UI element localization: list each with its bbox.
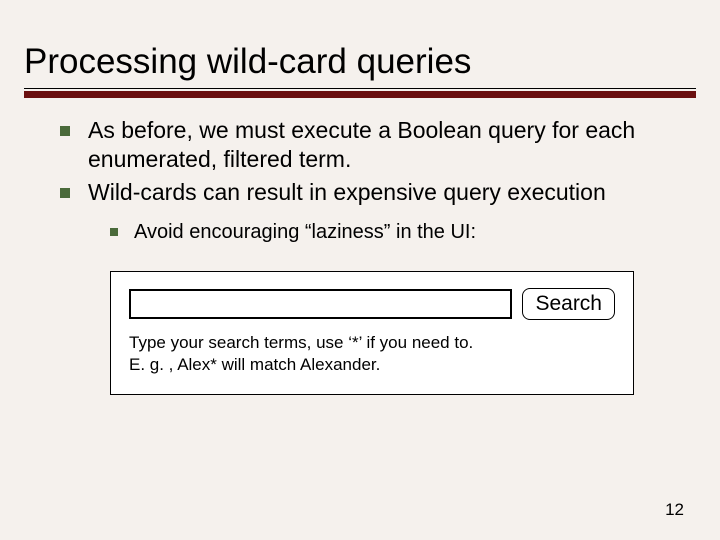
sub-bullet-text: Avoid encouraging “laziness” in the UI: (134, 220, 476, 245)
hint-line: E. g. , Alex* will match Alexander. (129, 354, 615, 376)
title-block: Processing wild-card queries (0, 0, 720, 98)
hint-line: Type your search terms, use ‘*’ if you n… (129, 332, 615, 354)
search-hint: Type your search terms, use ‘*’ if you n… (129, 332, 615, 376)
sub-bullet-item: Avoid encouraging “laziness” in the UI: (110, 220, 684, 245)
search-input[interactable] (129, 289, 512, 319)
content-area: As before, we must execute a Boolean que… (0, 98, 720, 395)
title-bar (24, 91, 696, 98)
search-button[interactable]: Search (522, 288, 615, 320)
bullet-text: As before, we must execute a Boolean que… (88, 116, 684, 174)
title-underline (24, 88, 696, 89)
slide-title: Processing wild-card queries (24, 42, 696, 82)
square-bullet-icon (60, 126, 70, 136)
square-bullet-icon (60, 188, 70, 198)
search-example-box: Search Type your search terms, use ‘*’ i… (110, 271, 634, 395)
bullet-text: Wild-cards can result in expensive query… (88, 178, 606, 207)
bullet-item: Wild-cards can result in expensive query… (60, 178, 684, 207)
square-bullet-icon (110, 228, 118, 236)
page-number: 12 (665, 500, 684, 520)
bullet-item: As before, we must execute a Boolean que… (60, 116, 684, 174)
slide: Processing wild-card queries As before, … (0, 0, 720, 540)
search-row: Search (129, 288, 615, 320)
